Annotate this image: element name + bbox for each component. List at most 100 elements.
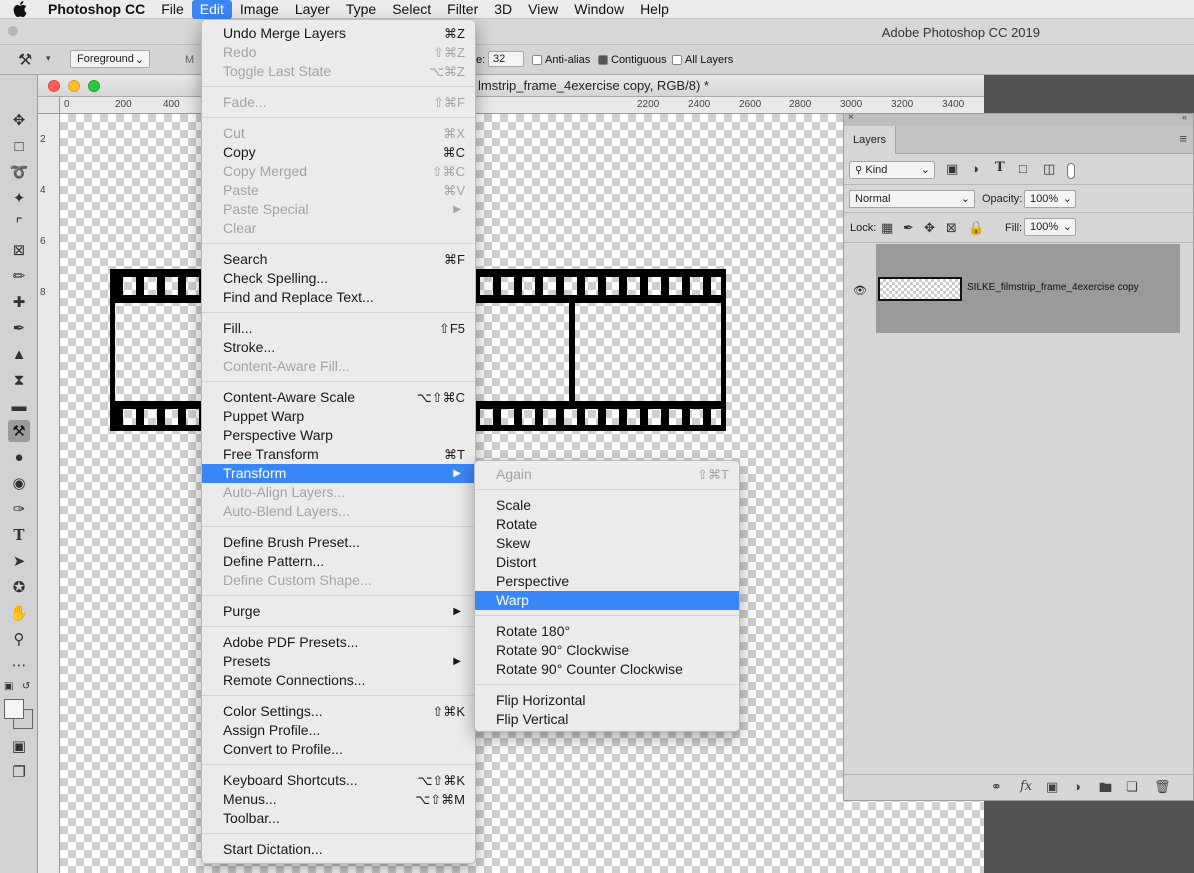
menu-edit[interactable]: Edit [191,0,232,19]
group-folder-icon[interactable]: 🖿 [1099,779,1112,801]
transform-menu-item-flip-vertical[interactable]: Flip Vertical [475,710,739,729]
new-layer-icon[interactable]: ❏ [1126,779,1138,795]
edit-menu-item-copy-merged[interactable]: Copy Merged ⇧⌘C [202,162,475,181]
transform-menu-item-flip-horizontal[interactable]: Flip Horizontal [475,691,739,710]
edit-menu-item-free-transform[interactable]: Free Transform ⌘T [202,445,475,464]
move-tool-icon[interactable]: ✥ [8,109,30,131]
edit-menu-item-toggle-last-state[interactable]: Toggle Last State ⌥⌘Z [202,62,475,81]
type-tool-icon[interactable]: T [8,524,30,546]
edit-menu-item-redo[interactable]: Redo ⇧⌘Z [202,43,475,62]
transform-menu-item-rotate-180[interactable]: Rotate 180° [475,622,739,641]
menu-3d[interactable]: 3D [486,0,520,19]
layer-thumbnail[interactable] [878,277,962,301]
close-app-icon[interactable] [8,26,18,36]
type-filter-icon[interactable]: T [995,160,1005,175]
edit-menu-item-color-settings[interactable]: Color Settings... ⇧⌘K [202,702,475,721]
menu-filter[interactable]: Filter [439,0,486,19]
edit-menu-item-check-spelling[interactable]: Check Spelling... [202,269,475,288]
marquee-tool-icon[interactable]: □ [8,135,30,157]
contiguous-checkbox[interactable] [598,55,608,65]
menu-window[interactable]: Window [566,0,632,19]
crop-tool-icon[interactable]: ⌜ [8,213,30,235]
chevron-down-icon[interactable]: ▾ [46,53,51,64]
menu-file[interactable]: File [153,0,192,19]
edit-menu-item-remote-connections[interactable]: Remote Connections... [202,671,475,690]
transform-menu-item-rotate-90-clockwise[interactable]: Rotate 90° Clockwise [475,641,739,660]
blend-mode-dropdown[interactable]: Normal ⌄ [849,190,975,208]
screen-mode-icon[interactable]: ❐ [8,761,30,783]
menu-type[interactable]: Type [338,0,384,19]
default-colors-icon[interactable]: ▣ [4,681,13,692]
foreground-color-swatch[interactable] [4,699,24,719]
lock-artboard-icon[interactable]: ⊠ [946,220,957,236]
menu-app-name[interactable]: Photoshop CC [40,0,153,19]
custom-shape-icon[interactable]: ✪ [8,576,30,598]
menu-select[interactable]: Select [384,0,439,19]
layer-row[interactable]: SILKE_filmstrip_frame_4exercise copy [876,244,1180,333]
lock-transparent-icon[interactable]: ▦ [881,220,893,236]
edit-menu-item-fade[interactable]: Fade... ⇧⌘F [202,93,475,112]
edit-menu-item-content-aware-scale[interactable]: Content-Aware Scale ⌥⇧⌘C [202,388,475,407]
edit-menu-item-search[interactable]: Search ⌘F [202,250,475,269]
lasso-tool-icon[interactable]: ➰ [8,161,30,183]
fill-source-dropdown[interactable]: Foreground ⌄ [70,50,150,68]
edit-menu-item-define-brush-preset[interactable]: Define Brush Preset... [202,533,475,552]
path-selection-icon[interactable]: ➤ [8,550,30,572]
healing-brush-icon[interactable]: ✚ [8,291,30,313]
swap-colors-icon[interactable]: ↺ [22,681,30,692]
edit-menu-item-auto-align-layers[interactable]: Auto-Align Layers... [202,483,475,502]
all-layers-checkbox[interactable] [672,55,682,65]
adjustment-filter-icon[interactable]: ◑ [971,161,979,176]
filter-kind-dropdown[interactable]: ⚲ Kind ⌄ [849,161,935,179]
eraser-tool-icon[interactable]: ▬ [8,395,30,417]
edit-menu-item-transform[interactable]: Transform ▶ [202,464,475,483]
edit-menu-item-stroke[interactable]: Stroke... [202,338,475,357]
edit-menu-item-adobe-pdf-presets[interactable]: Adobe PDF Presets... [202,633,475,652]
horizontal-ruler[interactable]: 0 200 400 2200 2400 2600 2800 3000 3200 … [60,97,984,114]
menu-layer[interactable]: Layer [287,0,338,19]
vertical-ruler[interactable]: 2 4 6 8 [38,114,60,873]
adjustment-layer-icon[interactable]: ◑ [1073,779,1081,794]
visibility-eye-icon[interactable]: 👁 [853,284,867,297]
lock-all-icon[interactable]: 🔒 [968,220,984,236]
edit-menu-item-toolbar[interactable]: Toolbar... [202,809,475,828]
transform-menu-item-perspective[interactable]: Perspective [475,572,739,591]
magic-wand-icon[interactable]: ✦ [8,187,30,209]
transform-menu-item-distort[interactable]: Distort [475,553,739,572]
edit-menu-item-assign-profile[interactable]: Assign Profile... [202,721,475,740]
edit-menu-item-fill[interactable]: Fill... ⇧F5 [202,319,475,338]
close-panel-icon[interactable]: × [848,112,854,123]
edit-menu-item-define-pattern[interactable]: Define Pattern... [202,552,475,571]
transform-menu-item-scale[interactable]: Scale [475,496,739,515]
trash-icon[interactable]: 🗑 [1154,779,1171,795]
edit-menu-item-cut[interactable]: Cut ⌘X [202,124,475,143]
add-mask-icon[interactable]: ▣ [1046,779,1058,795]
blur-tool-icon[interactable]: ● [8,446,30,468]
lock-position-icon[interactable]: ✥ [924,220,935,236]
menu-view[interactable]: View [520,0,566,19]
tab-layers[interactable]: Layers [844,126,896,154]
edit-menu-item-presets[interactable]: Presets ▶ [202,652,475,671]
link-layers-icon[interactable]: ⚭ [991,779,1002,795]
fx-icon[interactable]: fx [1020,779,1032,794]
edit-menu-item-copy[interactable]: Copy ⌘C [202,143,475,162]
transform-menu-item-skew[interactable]: Skew [475,534,739,553]
close-window-icon[interactable] [48,80,60,92]
anti-alias-checkbox[interactable] [532,55,542,65]
opacity-input[interactable]: 100% ⌄ [1024,190,1076,208]
edit-menu-item-puppet-warp[interactable]: Puppet Warp [202,407,475,426]
edit-menu-item-convert-to-profile[interactable]: Convert to Profile... [202,740,475,759]
collapse-panel-icon[interactable]: « [1182,112,1187,122]
edit-menu-item-paste[interactable]: Paste ⌘V [202,181,475,200]
hand-tool-icon[interactable]: ✋ [8,602,30,624]
quick-mask-icon[interactable]: ▣ [8,735,30,757]
edit-menu-item-menus[interactable]: Menus... ⌥⇧⌘M [202,790,475,809]
edit-menu-item-perspective-warp[interactable]: Perspective Warp [202,426,475,445]
dodge-tool-icon[interactable]: ◉ [8,472,30,494]
zoom-window-icon[interactable] [88,80,100,92]
menu-image[interactable]: Image [232,0,287,19]
edit-menu-item-start-dictation[interactable]: Start Dictation... [202,840,475,859]
ruler-origin[interactable] [38,97,60,114]
paint-bucket-icon[interactable]: ⚒ [18,50,32,70]
transform-menu-item-warp[interactable]: Warp [475,591,739,610]
